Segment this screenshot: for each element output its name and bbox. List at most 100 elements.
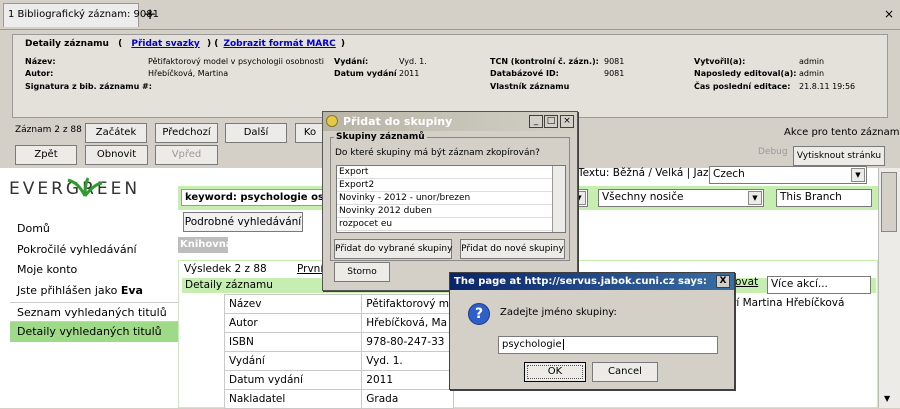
row-label: ISBN (223, 332, 363, 352)
show-marc-link[interactable]: Zobrazit formát MARC (223, 39, 335, 49)
table-row: Nakladatel Grada (223, 389, 454, 409)
table-row: Datum vydání 2011 (223, 370, 454, 390)
more-actions-value: Více akcí... (771, 278, 828, 290)
paren: ) (340, 39, 346, 49)
detailed-search-button[interactable]: Podrobné vyhledávání (183, 212, 303, 232)
previous-button[interactable]: Předchozí (155, 123, 218, 143)
refresh-button[interactable]: Obnovit (85, 145, 148, 165)
summary-title: Detaily záznamu (25, 39, 109, 49)
language-value: Czech (713, 168, 745, 180)
dialog-title: Přidat do skupiny (343, 115, 453, 128)
forward-button: Vpřed (155, 145, 218, 165)
add-to-selected-group-button[interactable]: Přidat do vybrané skupiny (334, 239, 452, 259)
editor-label: Naposledy editoval(a): (694, 69, 797, 78)
creator-value: admin (799, 57, 825, 66)
close-tab-icon[interactable]: × (884, 7, 894, 21)
call-number-label: Signatura z bib. záznamu #: (25, 82, 152, 91)
prompt-message: Zadejte jméno skupiny: (500, 307, 617, 318)
question-icon: ? (468, 303, 490, 325)
debug-link[interactable]: Debug (758, 147, 788, 157)
table-row: ISBN 978-80-247-33 (223, 332, 454, 352)
edit-time-value: 21.8.11 19:56 (799, 82, 856, 91)
db-id-value: 9081 (604, 69, 625, 78)
prompt-titlebar: The page at http://servus.jabok.cuni.cz … (450, 273, 734, 290)
list-item[interactable]: Export2 (337, 179, 565, 192)
scrollbar-thumb[interactable] (881, 172, 897, 232)
dialog-titlebar: Přidat do skupiny _ □ × (323, 112, 577, 131)
nav-result-details[interactable]: Detaily vyhledaných titulů (10, 322, 178, 342)
tcn-value: 9081 (604, 57, 625, 66)
search-query: psychologie osob (240, 192, 326, 203)
row-value: Grada (361, 389, 454, 409)
close-icon[interactable]: X (716, 275, 730, 288)
table-row: Název Pětifaktorový m (223, 294, 454, 314)
text-caret (562, 339, 564, 350)
row-value: 2011 (361, 370, 454, 390)
user-name: Eva (120, 284, 143, 297)
author-extra: rí Martina Hřebíčková (732, 297, 845, 309)
library-tab[interactable]: Knihovna (178, 237, 233, 253)
record-actions-menu[interactable]: Akce pro tento záznam (784, 127, 899, 138)
row-label: Nakladatel (223, 389, 363, 409)
language-select[interactable]: Czech ▼ (709, 166, 867, 184)
branch-select[interactable]: This Branch (776, 189, 872, 207)
row-value: Hřebíčková, Ma (361, 313, 454, 333)
author-value: Hřebíčková, Martina (148, 69, 229, 78)
scroll-down-icon[interactable]: ▼ (884, 394, 890, 403)
search-prefix: keyword: (185, 192, 237, 203)
group-name-input[interactable]: psychologie (498, 336, 718, 354)
prompt-cancel-button[interactable]: Cancel (592, 362, 658, 382)
list-item[interactable]: Novinky - 2012 - unor/brezen (337, 192, 565, 205)
add-to-new-group-button[interactable]: Přidat do nové skupiny (460, 239, 565, 259)
prompt-title: The page at http://servus.jabok.cuni.cz … (454, 276, 707, 287)
list-item[interactable]: rozpocet eu (337, 218, 565, 231)
nav-search-results[interactable]: Seznam vyhledaných titulů (10, 302, 178, 322)
input-value: psychologie (502, 339, 562, 350)
back-button[interactable]: Zpět (15, 145, 77, 165)
tab-bib-record[interactable]: 1 Bibliografický záznam: 9081 (3, 3, 159, 27)
table-row: Vydání Vyd. 1. (223, 351, 454, 371)
nav-advanced-search[interactable]: Pokročilé vyhledávání (17, 243, 137, 256)
list-scrollbar[interactable] (552, 166, 565, 232)
title-value: Pětifaktorový model v psychologii osobno… (148, 57, 325, 66)
maximize-icon[interactable]: □ (544, 115, 558, 128)
list-item[interactable]: Export (337, 166, 565, 179)
fieldset-legend: Skupiny záznamů (334, 132, 427, 142)
table-row: Autor Hřebíčková, Ma (223, 313, 454, 333)
print-page-button[interactable]: Vytisknout stránku (793, 146, 885, 166)
nav-my-account[interactable]: Moje konto (17, 263, 77, 276)
row-label: Autor (223, 313, 363, 333)
media-select[interactable]: Všechny nosiče ▼ (598, 189, 764, 207)
new-tab-button[interactable]: + (143, 5, 157, 23)
ok-button[interactable]: OK (524, 362, 586, 382)
dialog-question: Do které skupiny má být záznam zkopírová… (335, 148, 540, 158)
more-actions-select[interactable]: Více akcí... (767, 276, 871, 294)
minimize-icon[interactable]: _ (529, 115, 543, 128)
app-icon (326, 115, 338, 127)
nav-home[interactable]: Domů (17, 222, 50, 235)
title-label: Název: (25, 57, 56, 66)
list-item[interactable]: Novinky 2012 duben (337, 205, 565, 218)
editor-value: admin (799, 69, 825, 78)
pubdate-label: Datum vydání (334, 69, 397, 78)
row-value: Vyd. 1. (361, 351, 454, 371)
paren: ( (118, 39, 123, 49)
media-value: Všechny nosiče (602, 191, 684, 203)
branch-value: This Branch (780, 191, 842, 203)
add-volumes-link[interactable]: Přidat svazky (131, 39, 199, 49)
page-scrollbar[interactable]: ▼ (878, 168, 900, 408)
search-input[interactable]: keyword: psychologie osob (181, 189, 327, 206)
actions-link[interactable]: ovat (735, 276, 758, 288)
end-button[interactable]: Ko (295, 123, 325, 143)
row-value: Pětifaktorový m (361, 294, 454, 314)
groups-list[interactable]: Export Export2 Novinky - 2012 - unor/bre… (336, 165, 566, 233)
logged-in-label: Jste přihlášen jako (17, 284, 121, 297)
chevron-down-icon: ▼ (851, 168, 865, 182)
first-result-link[interactable]: První (297, 263, 323, 275)
start-button[interactable]: Začátek (85, 123, 147, 143)
row-label: Datum vydání (223, 370, 363, 390)
cancel-button[interactable]: Storno (334, 262, 390, 282)
close-icon[interactable]: × (560, 115, 574, 128)
summary-header: Detaily záznamu ( Přidat svazky ) ( Zobr… (25, 39, 345, 49)
next-button[interactable]: Další (225, 123, 287, 143)
